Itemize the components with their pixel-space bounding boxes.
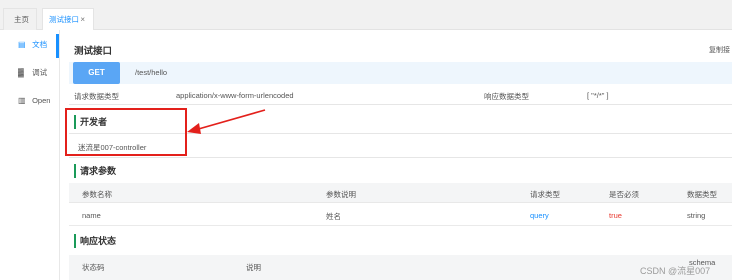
column-header: 说明	[246, 263, 261, 272]
param-required: true	[609, 211, 622, 220]
sidebar-item-open[interactable]: ▥ Open	[18, 94, 50, 108]
section-bar	[74, 164, 76, 178]
params-section-title: 请求参数	[74, 164, 116, 178]
column-header: 状态码	[82, 263, 105, 272]
params-title-text: 请求参数	[80, 166, 117, 176]
debug-icon: ▓	[18, 68, 24, 77]
request-type-label: 请求数据类型	[74, 92, 119, 101]
table-row: name 姓名 query true string	[69, 204, 732, 226]
param-type: query	[530, 211, 549, 220]
response-type-label: 响应数据类型	[484, 92, 529, 101]
tab-test-api-label: 测试接口	[49, 15, 79, 24]
params-table-header: 参数名称 参数说明 请求类型 是否必须 数据类型	[69, 183, 732, 203]
column-header: 参数说明	[326, 190, 356, 199]
column-header: 是否必须	[609, 190, 639, 199]
open-icon: ▥	[18, 96, 26, 105]
annotation-arrow-icon	[187, 109, 266, 134]
sidebar-item-label: 调试	[32, 68, 48, 77]
sidebar-active-indicator	[56, 34, 59, 58]
param-desc: 姓名	[326, 212, 341, 221]
response-table-header: 状态码 说明 schema	[69, 255, 732, 280]
divider	[69, 157, 732, 158]
column-header: 请求类型	[530, 190, 560, 199]
request-type-value: application/x-www-form-urlencoded	[176, 91, 294, 100]
column-header: 参数名称	[82, 190, 112, 199]
divider	[69, 104, 732, 105]
response-type-value: [ "*/*" ]	[587, 91, 609, 100]
param-datatype: string	[687, 211, 706, 220]
page-title: 测试接口	[74, 46, 113, 57]
tab-home-label: 主页	[14, 15, 29, 24]
tab-bar: 主页 测试接口 ×	[0, 0, 732, 30]
param-name: name	[82, 211, 101, 220]
method-badge: GET	[73, 62, 120, 84]
annotation-box	[65, 108, 187, 156]
sidebar-item-label: Open	[32, 96, 51, 105]
doc-icon: ▤	[18, 40, 26, 49]
sidebar-item-label: 文档	[32, 40, 48, 49]
column-header: 数据类型	[687, 190, 717, 199]
sidebar-item-doc[interactable]: ▤ 文档	[18, 38, 47, 52]
copy-button[interactable]: 复制接	[709, 45, 730, 55]
sidebar-item-debug[interactable]: ▓ 调试	[18, 66, 47, 80]
response-section-title: 响应状态	[74, 234, 116, 248]
tab-home[interactable]: 主页	[3, 8, 37, 30]
close-icon[interactable]: ×	[80, 9, 85, 31]
tab-test-api[interactable]: 测试接口 ×	[42, 8, 94, 30]
watermark: CSDN @流星007	[640, 266, 711, 276]
section-bar	[74, 234, 76, 248]
api-path: /test/hello	[135, 68, 168, 77]
response-title-text: 响应状态	[80, 236, 117, 246]
sidebar: ▤ 文档 ▓ 调试 ▥ Open	[0, 30, 60, 280]
url-bar: GET /test/hello	[69, 62, 732, 84]
